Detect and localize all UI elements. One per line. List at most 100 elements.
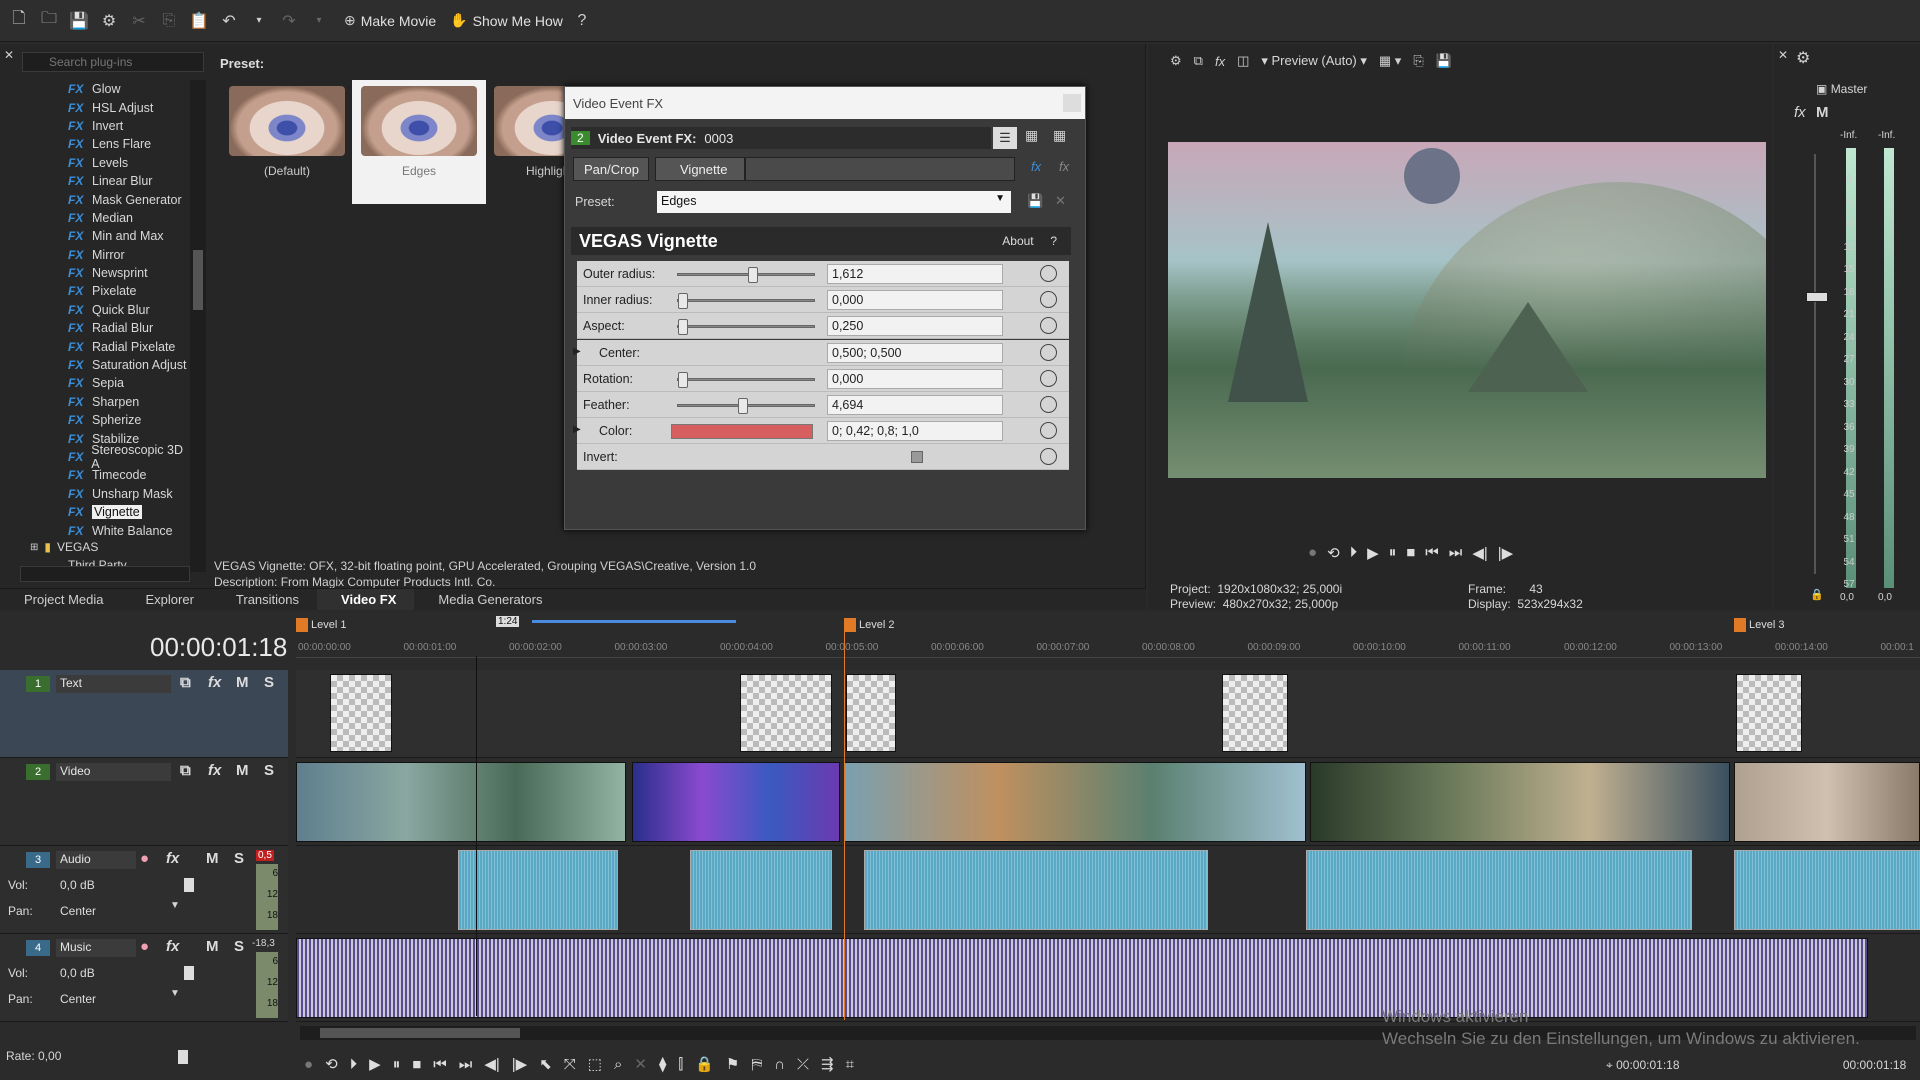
record-icon[interactable]: ● [304, 1056, 313, 1073]
close-icon[interactable]: ✕ [4, 48, 14, 62]
audio-event[interactable] [690, 850, 832, 930]
lock-icon[interactable]: 🔒 [695, 1055, 714, 1073]
plugin-item[interactable]: FX Invert [30, 117, 190, 135]
plugin-item[interactable]: FX Newsprint [30, 264, 190, 282]
slider-knob[interactable] [678, 371, 688, 388]
master-fader[interactable] [1806, 292, 1828, 302]
mute-button[interactable]: M [236, 762, 249, 779]
video-event[interactable] [1310, 762, 1730, 842]
video-event[interactable] [844, 762, 1306, 842]
split-screen-icon[interactable]: ◫ [1237, 53, 1249, 69]
invert-checkbox[interactable] [911, 451, 923, 464]
stop-icon[interactable]: ■ [412, 1056, 421, 1073]
timeline-cursor[interactable] [476, 656, 477, 1016]
arm-record-icon[interactable]: ● [140, 938, 149, 955]
expand-icon[interactable]: ▶ [573, 346, 581, 357]
param-slider[interactable] [677, 398, 815, 414]
plugin-item[interactable]: FX Timecode [30, 466, 190, 484]
plugin-item[interactable]: FX Min and Max [30, 227, 190, 245]
lane-video[interactable] [296, 758, 1920, 846]
animate-keyframe-icon[interactable] [1040, 422, 1057, 440]
make-movie-button[interactable]: ⊕ Make Movie [344, 12, 436, 29]
scrollbar-thumb[interactable] [320, 1028, 520, 1038]
audio-event[interactable] [458, 850, 618, 930]
audio-event[interactable] [864, 850, 1208, 930]
animate-keyframe-icon[interactable] [1040, 265, 1057, 282]
plugin-item[interactable]: FX Median [30, 209, 190, 227]
next-frame-icon[interactable]: |▶ [1498, 544, 1513, 562]
ripple-edit-icon[interactable]: ⇶ [821, 1055, 834, 1073]
pause-icon[interactable]: ⏸ [1389, 544, 1397, 562]
lock-envelopes-icon[interactable]: ⌗ [846, 1056, 854, 1073]
plugin-item[interactable]: FX Stereoscopic 3D A [30, 443, 190, 471]
snapping-icon[interactable]: ∩ [774, 1056, 785, 1073]
preset-highlight[interactable]: Highligh [490, 80, 564, 204]
stop-icon[interactable]: ■ [1406, 544, 1415, 562]
fx-icon[interactable]: fx [208, 762, 221, 779]
tab-explorer[interactable]: Explorer [121, 589, 211, 610]
external-monitor-icon[interactable]: ⧉ [1194, 53, 1203, 69]
grid-large-view-icon[interactable]: ▦ [1053, 127, 1066, 144]
param-slider[interactable] [677, 319, 815, 336]
grid-view-icon[interactable]: ▦ [1025, 127, 1038, 144]
fx-icon[interactable]: fx [166, 850, 179, 867]
gear-icon[interactable]: ⚙ [1170, 53, 1182, 69]
tab-video-fx[interactable]: Video FX [317, 589, 415, 610]
region-level-2[interactable]: Level 2 [844, 618, 894, 632]
slider-knob[interactable] [748, 267, 759, 283]
volume-slider[interactable] [184, 878, 194, 892]
loop-region-bar[interactable] [532, 620, 736, 623]
solo-button[interactable]: S [234, 850, 244, 867]
time-ruler[interactable]: Level 1 Level 2 Level 3 1:24 00:00:00:00… [296, 616, 1920, 658]
go-to-end-icon[interactable]: ⏭ [459, 1056, 473, 1073]
lane-audio[interactable] [296, 846, 1920, 934]
normal-edit-tool-icon[interactable]: ⬉ [539, 1055, 552, 1073]
param-slider[interactable] [677, 267, 815, 283]
show-me-how-button[interactable]: ✋ Show Me How [450, 12, 563, 29]
param-value-field[interactable]: 4,694 [827, 395, 1003, 415]
video-event[interactable] [296, 762, 626, 842]
fx-icon[interactable]: fx [1215, 54, 1225, 69]
chevron-down-icon[interactable]: ▾ [308, 10, 330, 32]
solo-button[interactable]: S [234, 938, 244, 955]
undo-icon[interactable]: ↶ [218, 10, 240, 32]
slider-knob[interactable] [738, 398, 749, 414]
text-event[interactable] [1222, 674, 1288, 752]
param-value-field[interactable]: 1,612 [827, 264, 1003, 284]
param-value-field[interactable]: 0,000 [827, 368, 1003, 389]
plugin-item[interactable]: FX Mask Generator [30, 190, 190, 208]
animate-keyframe-icon[interactable] [1040, 369, 1057, 387]
save-preset-icon[interactable]: 💾 [1027, 193, 1043, 209]
animate-keyframe-icon[interactable] [1040, 396, 1057, 413]
list-view-icon[interactable]: ☰ [993, 127, 1017, 149]
play-from-start-icon[interactable]: ⏵ [350, 1056, 358, 1073]
region-level-1[interactable]: Level 1 [296, 618, 346, 632]
help-icon[interactable]: ? [571, 10, 593, 32]
chain-pan-crop[interactable]: Pan/Crop [573, 157, 649, 181]
pan-slider[interactable]: ▼ [170, 988, 180, 999]
play-icon[interactable]: ▶ [1367, 544, 1379, 562]
volume-slider[interactable] [184, 966, 194, 980]
loop-icon[interactable]: ⟲ [325, 1055, 338, 1073]
save-icon[interactable]: 💾 [68, 10, 90, 32]
preset-edges[interactable]: Edges [352, 80, 486, 204]
copy-snapshot-icon[interactable]: ⎘ [1413, 53, 1423, 69]
plugin-item[interactable]: FX Radial Blur [30, 319, 190, 337]
animate-keyframe-icon[interactable] [1040, 343, 1057, 361]
overlays-icon[interactable]: ▦ ▾ [1379, 53, 1401, 69]
auto-crossfade-icon[interactable]: ⤫ [797, 1056, 809, 1073]
trim-icon[interactable]: ⧫ [659, 1055, 666, 1073]
mute-button[interactable]: M [1816, 104, 1829, 121]
save-snapshot-icon[interactable]: 💾 [1436, 53, 1452, 69]
plugin-item[interactable]: FX Mirror [30, 246, 190, 264]
prev-frame-icon[interactable]: ◀| [484, 1055, 499, 1073]
play-icon[interactable]: ▶ [369, 1055, 381, 1073]
plugin-item[interactable]: FX Lens Flare [30, 135, 190, 153]
mute-button[interactable]: M [236, 674, 249, 691]
open-folder-icon[interactable]: 🗀 [38, 10, 60, 32]
close-icon[interactable]: ✕ [1778, 48, 1788, 62]
remove-fx-icon[interactable]: fx [1059, 159, 1069, 174]
marker-icon[interactable]: ⚑ [726, 1055, 739, 1073]
text-event[interactable] [740, 674, 832, 752]
plugin-item[interactable]: FX Glow [30, 80, 190, 98]
